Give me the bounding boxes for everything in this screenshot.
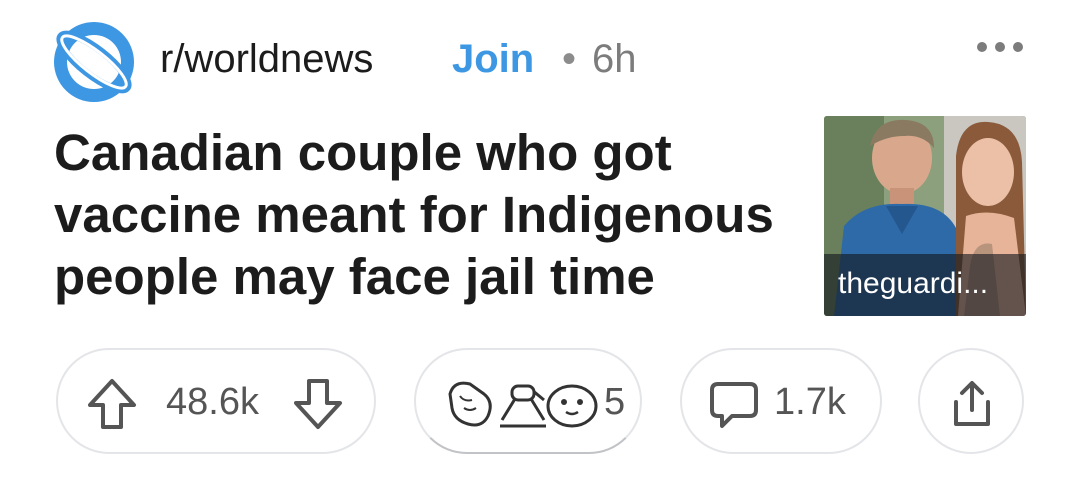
vote-score: 48.6k (166, 381, 259, 423)
comment-bubble-icon (708, 380, 760, 430)
join-button[interactable]: Join (452, 30, 534, 88)
share-button[interactable] (918, 348, 1024, 454)
seal-award-icon (544, 376, 600, 432)
hand-award-icon (444, 376, 498, 432)
separator-dot: • (562, 37, 577, 81)
post-age: 6h (592, 37, 637, 81)
comment-count: 1.7k (774, 381, 846, 423)
thumbnail-caption: theguardi... (824, 254, 1026, 316)
award-count: 5 (604, 381, 626, 423)
comments-button[interactable]: 1.7k (680, 348, 882, 454)
vote-bar: 48.6k (56, 348, 376, 454)
more-horizontal-icon[interactable] (974, 34, 1026, 60)
post-title[interactable]: Canadian couple who got vaccine meant fo… (54, 122, 794, 308)
share-icon (946, 378, 998, 430)
awards-button[interactable]: 5 (414, 348, 642, 454)
subreddit-name[interactable]: r/worldnews (160, 30, 373, 88)
post-thumbnail[interactable]: theguardi... (824, 116, 1026, 316)
arm-wrestle-award-icon (498, 376, 548, 432)
globe-icon[interactable] (52, 20, 136, 104)
upvote-arrow-icon[interactable] (86, 377, 138, 431)
downvote-arrow-icon[interactable] (292, 377, 344, 431)
